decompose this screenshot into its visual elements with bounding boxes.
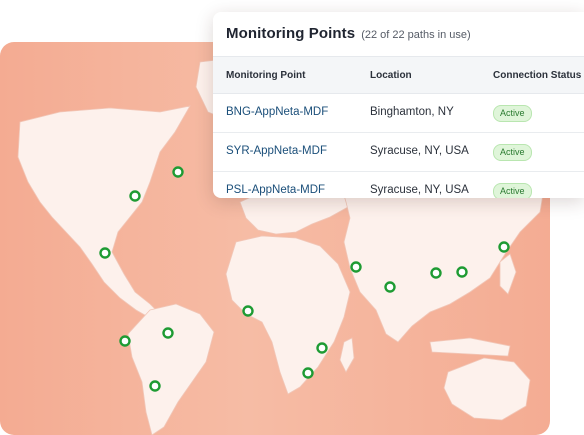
- location-ring-icon[interactable]: [384, 281, 396, 293]
- panel-header: Monitoring Points (22 of 22 paths in use): [226, 25, 471, 43]
- location-ring-icon[interactable]: [498, 241, 510, 253]
- table-row[interactable]: BNG-AppNeta-MDF Binghamton, NY Active: [213, 95, 584, 133]
- monitoring-point-link[interactable]: PSL-AppNeta-MDF: [226, 184, 325, 196]
- column-header-connection-status[interactable]: Connection Status: [493, 70, 581, 81]
- location-ring-icon[interactable]: [149, 380, 161, 392]
- table-header: Monitoring Point Location Connection Sta…: [213, 56, 584, 94]
- location-ring-icon[interactable]: [162, 327, 174, 339]
- panel-subtitle: (22 of 22 paths in use): [361, 29, 471, 41]
- location-ring-icon[interactable]: [129, 190, 141, 202]
- monitoring-point-link[interactable]: SYR-AppNeta-MDF: [226, 145, 327, 157]
- location-ring-icon[interactable]: [350, 261, 362, 273]
- location-ring-icon[interactable]: [430, 267, 442, 279]
- panel-title: Monitoring Points: [226, 25, 356, 42]
- table-row[interactable]: PSL-AppNeta-MDF Syracuse, NY, USA Active: [213, 173, 584, 198]
- table-row[interactable]: SYR-AppNeta-MDF Syracuse, NY, USA Active: [213, 134, 584, 172]
- location-ring-icon[interactable]: [456, 266, 468, 278]
- status-badge: Active: [493, 183, 532, 198]
- location-cell: Syracuse, NY, USA: [370, 184, 469, 196]
- location-ring-icon[interactable]: [316, 342, 328, 354]
- australia-landmass: [443, 357, 531, 421]
- monitoring-point-link[interactable]: BNG-AppNeta-MDF: [226, 106, 328, 118]
- monitoring-points-panel: Monitoring Points (22 of 22 paths in use)…: [213, 12, 584, 198]
- north-america-landmass: [17, 105, 191, 319]
- location-ring-icon[interactable]: [99, 247, 111, 259]
- location-cell: Binghamton, NY: [370, 106, 454, 118]
- column-header-location[interactable]: Location: [370, 70, 412, 81]
- madagascar-landmass: [339, 337, 355, 373]
- status-badge: Active: [493, 105, 532, 122]
- indonesia-landmass: [429, 337, 511, 357]
- location-cell: Syracuse, NY, USA: [370, 145, 469, 157]
- status-badge: Active: [493, 144, 532, 161]
- column-header-monitoring-point[interactable]: Monitoring Point: [226, 70, 305, 81]
- japan-landmass: [499, 253, 517, 295]
- location-ring-icon[interactable]: [242, 305, 254, 317]
- location-ring-icon[interactable]: [302, 367, 314, 379]
- location-ring-icon[interactable]: [172, 166, 184, 178]
- location-ring-icon[interactable]: [119, 335, 131, 347]
- south-america-landmass: [127, 303, 215, 435]
